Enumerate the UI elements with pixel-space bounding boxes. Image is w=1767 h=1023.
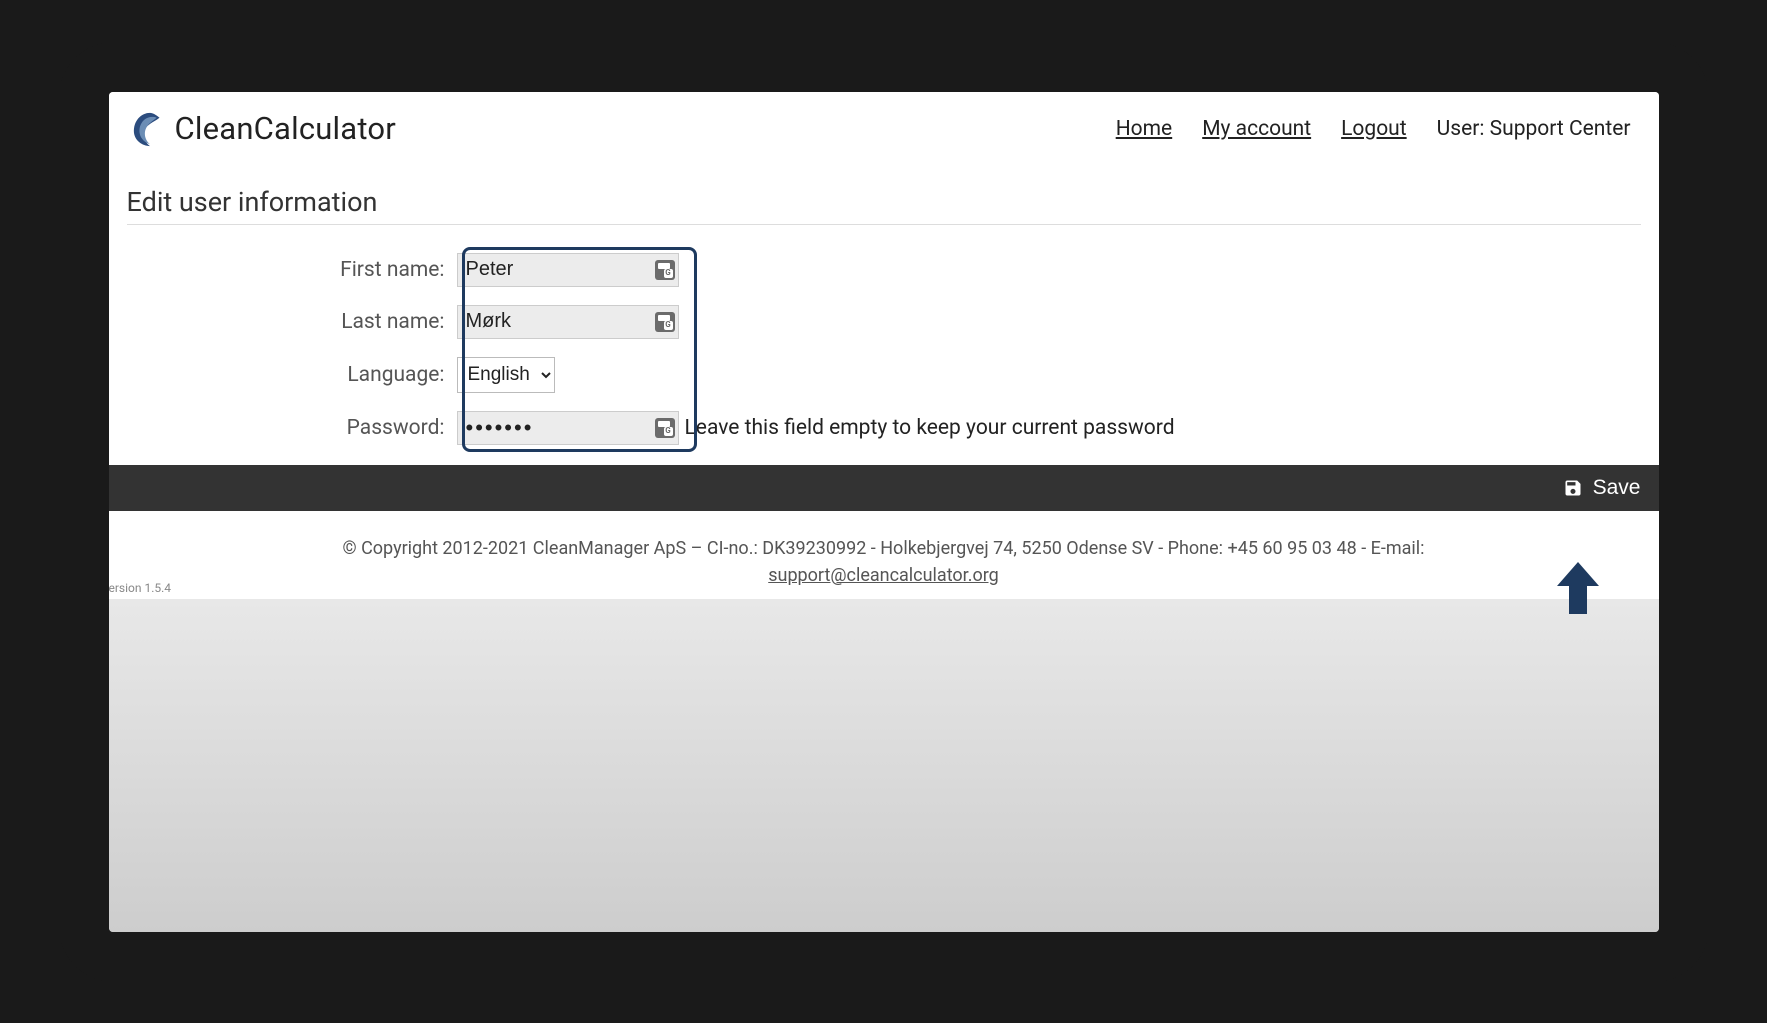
label-password: Password: [127, 416, 457, 440]
password-hint: Leave this field empty to keep your curr… [685, 416, 1175, 440]
language-select[interactable]: English [457, 357, 555, 393]
password-field[interactable] [457, 411, 679, 445]
nav-user-prefix: User: [1437, 117, 1490, 141]
row-last-name: Last name: [127, 305, 1641, 339]
nav-home[interactable]: Home [1116, 117, 1173, 141]
device-frame: CleanCalculator Home My account Logout U… [59, 42, 1709, 982]
footer-email-link[interactable]: support@cleancalculator.org [768, 565, 999, 586]
top-nav: Home My account Logout User: Support Cen… [1116, 117, 1631, 141]
brand[interactable]: CleanCalculator [131, 110, 396, 148]
save-button-label: Save [1593, 476, 1641, 500]
empty-area [109, 599, 1659, 932]
input-wrap-first-name [457, 253, 679, 287]
row-password: Password: Leave this field empty to keep… [127, 411, 1641, 445]
app-container: CleanCalculator Home My account Logout U… [109, 92, 1659, 599]
label-language: Language: [127, 363, 457, 387]
nav-user-name: Support Center [1490, 117, 1631, 141]
password-manager-icon[interactable] [655, 312, 675, 332]
input-wrap-last-name [457, 305, 679, 339]
footer-copyright: © Copyright 2012-2021 CleanManager ApS –… [342, 538, 1424, 559]
input-wrap-password [457, 411, 679, 445]
content: Edit user information First name: Last n… [109, 166, 1659, 445]
label-first-name: First name: [127, 258, 457, 282]
page-title: Edit user information [127, 186, 1641, 225]
nav-user-label: User: Support Center [1437, 117, 1631, 141]
brand-logo-icon [131, 110, 169, 148]
brand-name: CleanCalculator [175, 110, 396, 147]
action-bar: Save [109, 465, 1659, 511]
last-name-field[interactable] [457, 305, 679, 339]
nav-logout[interactable]: Logout [1341, 117, 1407, 141]
footer: © Copyright 2012-2021 CleanManager ApS –… [109, 511, 1659, 599]
form-area: First name: Last name: [127, 253, 1641, 445]
password-manager-icon[interactable] [655, 418, 675, 438]
label-last-name: Last name: [127, 310, 457, 334]
save-button[interactable]: Save [1563, 476, 1641, 500]
version-label: ersion 1.5.4 [109, 579, 172, 597]
password-manager-icon[interactable] [655, 260, 675, 280]
save-icon [1563, 478, 1583, 498]
row-first-name: First name: [127, 253, 1641, 287]
nav-my-account[interactable]: My account [1202, 117, 1311, 141]
screen: CleanCalculator Home My account Logout U… [109, 92, 1659, 932]
header: CleanCalculator Home My account Logout U… [109, 92, 1659, 166]
footer-text: © Copyright 2012-2021 CleanManager ApS –… [129, 535, 1639, 589]
first-name-field[interactable] [457, 253, 679, 287]
row-language: Language: English [127, 357, 1641, 393]
